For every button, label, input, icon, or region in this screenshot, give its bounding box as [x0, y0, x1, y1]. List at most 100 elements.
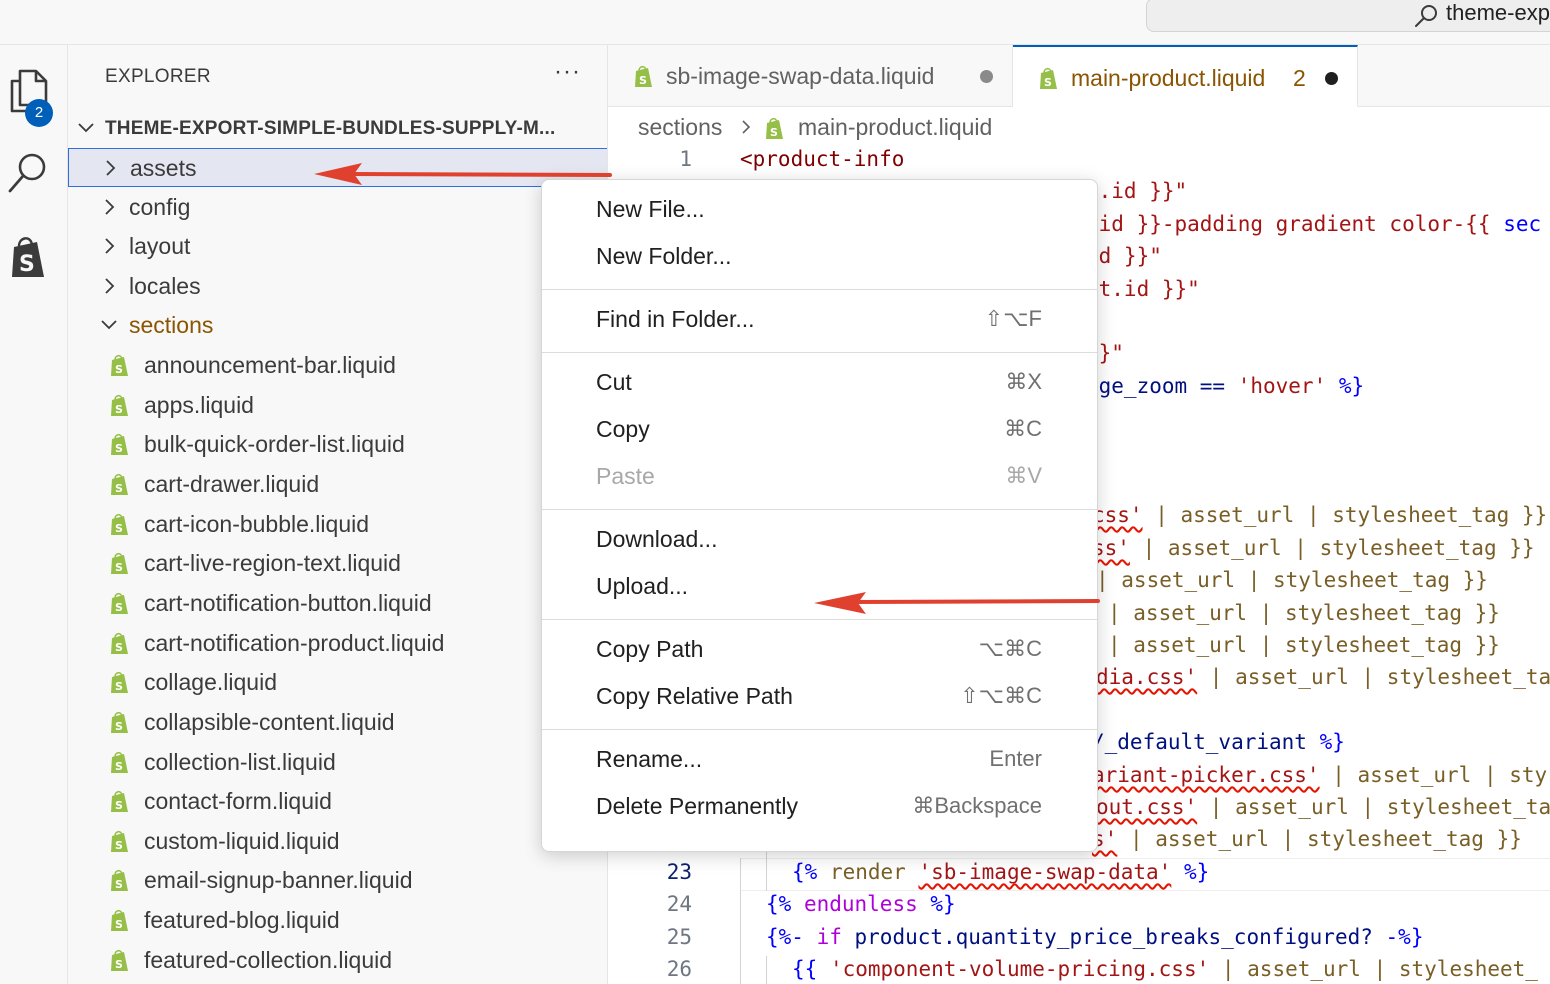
svg-text:S: S: [115, 641, 123, 654]
menu-item-copy-relative-path[interactable]: Copy Relative Path ⇧⌥⌘C: [542, 675, 1097, 719]
shopify-liquid-icon: S: [111, 790, 128, 812]
file-label: collection-list.liquid: [144, 749, 336, 775]
workspace-root-label: THEME-EXPORT-SIMPLE-BUNDLES-SUPPLY-M...: [105, 118, 556, 139]
file-label: bulk-quick-order-list.liquid: [144, 431, 405, 457]
file-item[interactable]: Scollection-list.liquid: [68, 743, 607, 782]
shopify-liquid-icon: S: [111, 632, 128, 654]
code-text: css' | asset_url | stylesheet_tag }}: [1092, 503, 1547, 527]
code-token: ariant-picker.css': [1092, 763, 1320, 787]
file-label: announcement-bar.liquid: [144, 352, 396, 378]
search-icon[interactable]: [4, 147, 54, 197]
svg-text:S: S: [115, 839, 123, 852]
menu-item-copy-path[interactable]: Copy Path ⌥⌘C: [542, 628, 1097, 672]
file-item[interactable]: Scustom-liquid.liquid: [68, 822, 607, 861]
code-text: {%- if product.quantity_price_breaks_con…: [766, 925, 1423, 949]
shopify-liquid-icon: S: [111, 751, 128, 773]
menu-item-label: Download...: [596, 526, 718, 552]
code-text: ct.id }}": [1086, 277, 1200, 301]
file-item[interactable]: Scart-live-region-text.liquid: [68, 544, 607, 583]
file-item[interactable]: Sfeatured-blog.liquid: [68, 901, 607, 940]
menu-item-label: Find in Folder...: [596, 306, 755, 332]
folder-locales[interactable]: locales: [68, 267, 607, 306]
file-item[interactable]: Scart-icon-bubble.liquid: [68, 505, 607, 544]
menu-item-shortcut: ⇧⌥⌘C: [960, 683, 1042, 708]
modified-dot-icon[interactable]: [1325, 72, 1338, 85]
file-item[interactable]: Sapps.liquid: [68, 386, 607, 425]
file-item[interactable]: Scart-drawer.liquid: [68, 465, 607, 504]
menu-item-label: Copy Relative Path: [596, 683, 793, 709]
svg-text:S: S: [770, 126, 778, 139]
menu-item-shortcut: Enter: [989, 746, 1042, 771]
file-label: email-signup-banner.liquid: [144, 867, 413, 893]
activity-explorer[interactable]: 2: [0, 55, 66, 127]
explorer-context-menu: New File... New Folder... Find in Folder..…: [541, 179, 1098, 852]
tab-sb-image-swap-data[interactable]: S sb-image-swap-data.liquid: [608, 45, 1013, 107]
folder-config[interactable]: config: [68, 188, 607, 227]
menu-item-find-in-folder[interactable]: Find in Folder... ⇧⌥F: [542, 298, 1097, 342]
file-item[interactable]: Scollage.liquid: [68, 663, 607, 702]
workspace-root[interactable]: THEME-EXPORT-SIMPLE-BUNDLES-SUPPLY-M...: [68, 110, 607, 148]
svg-text:S: S: [115, 403, 123, 416]
file-item[interactable]: Sbulk-quick-order-list.liquid: [68, 425, 607, 464]
code-line[interactable]: 25 {%- if product.quantity_price_breaks_…: [608, 925, 1550, 958]
menu-item-shortcut: ⌘Backspace: [912, 793, 1042, 818]
menu-item-cut[interactable]: Cut ⌘X: [542, 361, 1097, 405]
tab-main-product[interactable]: S main-product.liquid 2: [1013, 45, 1358, 107]
breadcrumb-folder[interactable]: sections: [638, 114, 722, 141]
file-item[interactable]: Scontact-form.liquid: [68, 782, 607, 821]
code-token: endunless: [791, 892, 931, 916]
menu-item-shortcut: ⌘X: [1005, 369, 1042, 394]
file-label: featured-collection.liquid: [144, 947, 393, 973]
shopify-liquid-icon: S: [111, 869, 128, 891]
code-token: | asset_url | sty: [1319, 763, 1548, 787]
command-center-search[interactable]: theme-exp: [1146, 0, 1550, 32]
menu-item-rename[interactable]: Rename... Enter: [542, 738, 1097, 782]
shopify-liquid-icon: S: [111, 354, 128, 376]
code-text: n.id }}": [1086, 179, 1188, 203]
file-item[interactable]: Sfeatured-collection.liquid: [68, 941, 607, 980]
folder-layout[interactable]: layout: [68, 227, 607, 266]
code-line[interactable]: 26 {{ 'component-volume-pricing.css' | a…: [608, 957, 1550, 984]
folder-label: layout: [129, 233, 191, 259]
file-item[interactable]: Semail-signup-banner.liquid: [68, 861, 607, 900]
menu-item-delete-permanently[interactable]: Delete Permanently ⌘Backspace: [542, 785, 1097, 829]
code-line[interactable]: 24 {% endunless %}: [608, 892, 1550, 925]
menu-item-shortcut: ⌘V: [1005, 463, 1042, 488]
search-icon: [1415, 5, 1437, 27]
shopify-icon[interactable]: S: [4, 233, 54, 283]
shopify-liquid-icon: S: [111, 552, 128, 574]
folder-sections[interactable]: sections: [68, 306, 607, 345]
menu-separator: [542, 619, 1097, 620]
folder-label: assets: [130, 155, 197, 181]
code-text: | asset_url | stylesheet_tag }}: [1108, 633, 1500, 657]
file-label: featured-blog.liquid: [144, 907, 340, 933]
breadcrumb-file[interactable]: main-product.liquid: [798, 114, 992, 141]
modified-dot-icon[interactable]: [980, 70, 993, 83]
file-item[interactable]: Scart-notification-button.liquid: [68, 584, 607, 623]
file-label: cart-notification-button.liquid: [144, 590, 432, 616]
code-token: .id }}-padding gradient color-{{: [1086, 212, 1504, 236]
shopify-liquid-icon: S: [111, 592, 128, 614]
command-center-label: theme-exp: [1446, 0, 1550, 25]
file-item[interactable]: Sannouncement-bar.liquid: [68, 346, 607, 385]
svg-text:S: S: [115, 482, 123, 495]
file-item[interactable]: Scollapsible-content.liquid: [68, 703, 607, 742]
svg-text:S: S: [1044, 76, 1052, 89]
file-item[interactable]: Scart-notification-product.liquid: [68, 624, 607, 663]
code-text: | asset_url | stylesheet_tag }}: [1096, 568, 1488, 592]
menu-item-new-file[interactable]: New File...: [542, 188, 1097, 232]
code-token: | asset_url | stylesheet_ta: [1197, 795, 1550, 819]
code-text: {{ 'component-volume-pricing.css' | asse…: [792, 957, 1538, 981]
tab-label: sb-image-swap-data.liquid: [666, 63, 935, 89]
code-line[interactable]: 1 <product-info: [608, 147, 1550, 180]
shopify-liquid-icon: S: [111, 473, 128, 495]
code-token: {{: [792, 957, 818, 981]
code-text: dia.css' | asset_url | stylesheet_ta: [1096, 665, 1550, 689]
menu-item-new-folder[interactable]: New Folder...: [542, 235, 1097, 279]
code-line[interactable]: 23 {% render 'sb-image-swap-data' %}: [608, 860, 1550, 893]
more-actions-icon[interactable]: ···: [554, 58, 581, 86]
menu-item-copy[interactable]: Copy ⌘C: [542, 408, 1097, 452]
code-token: age_zoom ==: [1086, 374, 1238, 398]
line-number: 23: [666, 860, 692, 884]
menu-item-download[interactable]: Download...: [542, 518, 1097, 562]
